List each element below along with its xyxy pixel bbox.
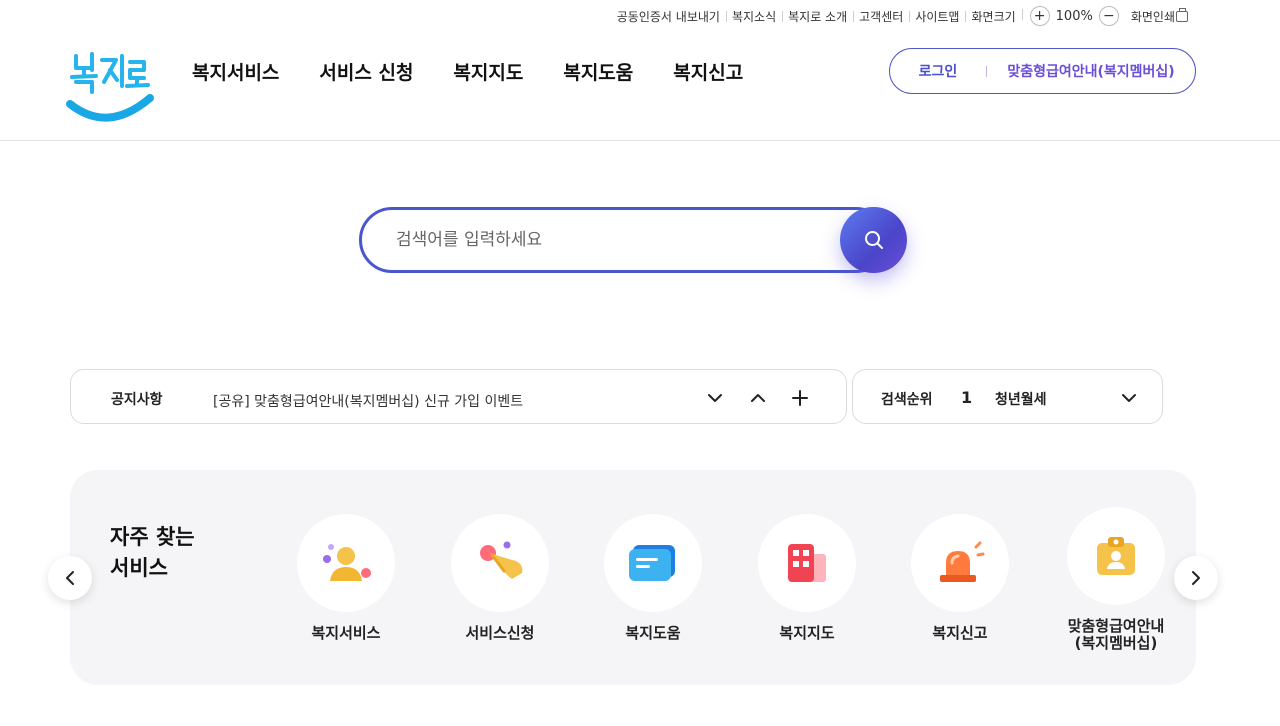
person-icon: [323, 544, 371, 581]
plus-icon: [792, 390, 808, 406]
nav-welfare-services[interactable]: 복지서비스: [192, 58, 279, 85]
service-icon-circle: [911, 514, 1009, 612]
service-welfare-help[interactable]: 복지도움: [573, 514, 733, 642]
ranking-term-link[interactable]: 청년월세: [995, 389, 1047, 409]
notice-bar: 공지사항 [공유] 맞춤형급여안내(복지멤버십) 신규 가입 이벤트: [70, 369, 847, 424]
search-button[interactable]: [840, 207, 907, 273]
notice-more-button[interactable]: [786, 384, 814, 412]
service-label: 복지신고: [932, 624, 988, 642]
search-ranking: 검색순위 1 청년월세: [852, 369, 1163, 424]
print-label: 화면인쇄: [1130, 9, 1175, 24]
frequent-services-title: 자주 찾는 서비스: [110, 522, 250, 584]
notice-prev-button[interactable]: [744, 384, 772, 412]
frequent-services-title-text: 자주 찾는 서비스: [110, 525, 195, 580]
service-icon-circle: [604, 514, 702, 612]
service-welfare-report[interactable]: 복지신고: [880, 514, 1040, 642]
search-area: [359, 207, 907, 273]
zoom-controls: + 100% −: [1021, 6, 1125, 26]
about-link[interactable]: 복지로 소개: [782, 8, 853, 25]
service-label: 복지지도: [779, 624, 835, 642]
carousel-next-button[interactable]: [1174, 556, 1218, 600]
chat-bubble-icon: [629, 545, 675, 581]
service-welfare-services[interactable]: 복지서비스: [266, 514, 426, 642]
screen-size-label: 화면크기: [965, 8, 1021, 25]
chevron-right-icon: [1192, 571, 1200, 585]
welfare-news-link[interactable]: 복지소식: [725, 8, 782, 25]
ranking-label: 검색순위: [881, 392, 933, 408]
search-input[interactable]: [359, 207, 889, 273]
service-icon-circle: [1067, 507, 1165, 605]
printer-icon: [1176, 7, 1188, 22]
service-icon-circle: [451, 514, 549, 612]
login-button[interactable]: 로그인: [890, 61, 986, 81]
nav-welfare-help[interactable]: 복지도움: [563, 58, 633, 85]
siren-icon: [940, 541, 985, 582]
customer-center-link[interactable]: 고객센터: [853, 8, 909, 25]
service-membership[interactable]: 맞춤형급여안내 (복지멤버십): [1036, 507, 1196, 652]
service-label: 서비스신청: [465, 624, 535, 642]
building-icon: [788, 544, 826, 582]
nav-welfare-map[interactable]: 복지지도: [453, 58, 523, 85]
nav-service-apply[interactable]: 서비스 신청: [319, 58, 413, 85]
service-icon-circle: [297, 514, 395, 612]
service-icon-circle: [758, 514, 856, 612]
chevron-down-icon: [1122, 394, 1136, 402]
service-label: 복지도움: [625, 624, 681, 642]
nav-welfare-report[interactable]: 복지신고: [673, 58, 743, 85]
zoom-value: 100%: [1055, 8, 1093, 24]
id-badge-icon: [1097, 537, 1135, 575]
logo-icon: [66, 52, 154, 122]
sitemap-link[interactable]: 사이트맵: [909, 8, 965, 25]
search-icon: [864, 231, 883, 249]
membership-button[interactable]: 맞춤형급여안내(복지멤버십): [987, 61, 1195, 81]
notice-label: 공지사항: [111, 392, 163, 408]
notice-next-button[interactable]: [701, 384, 729, 412]
site-header: 복지서비스 서비스 신청 복지지도 복지도움 복지신고 로그인 맞춤형급여안내(…: [0, 30, 1280, 141]
ranking-number: 1: [961, 388, 973, 407]
zoom-out-button[interactable]: −: [1098, 6, 1119, 26]
zoom-in-button[interactable]: +: [1029, 6, 1050, 26]
print-button[interactable]: 화면인쇄: [1125, 7, 1188, 25]
chevron-left-icon: [66, 571, 74, 585]
notice-item-link[interactable]: [공유] 맞춤형급여안내(복지멤버십) 신규 가입 이벤트: [213, 391, 523, 411]
service-label: 맞춤형급여안내 (복지멤버십): [1067, 617, 1165, 652]
cert-export-link[interactable]: 공동인증서 내보내기: [611, 8, 726, 25]
service-label: 복지서비스: [311, 624, 381, 642]
utility-bar: 공동인증서 내보내기 복지소식 복지로 소개 고객센터 사이트맵 화면크기 + …: [611, 4, 1188, 28]
chevron-up-icon: [751, 394, 765, 402]
account-box: 로그인 맞춤형급여안내(복지멤버십): [889, 48, 1196, 94]
carousel-prev-button[interactable]: [48, 556, 92, 600]
main-nav: 복지서비스 서비스 신청 복지지도 복지도움 복지신고: [192, 58, 743, 85]
service-apply[interactable]: 서비스신청: [420, 514, 580, 642]
chevron-down-icon: [708, 394, 722, 402]
ranking-expand-button[interactable]: [1115, 384, 1143, 412]
logo[interactable]: [66, 46, 156, 126]
frequent-services: 자주 찾는 서비스 복지서비스 서비스신청 복지도움 복지지도 복지신고 맞춤형…: [70, 470, 1196, 685]
service-welfare-map[interactable]: 복지지도: [727, 514, 887, 642]
hand-touch-icon: [480, 541, 523, 579]
